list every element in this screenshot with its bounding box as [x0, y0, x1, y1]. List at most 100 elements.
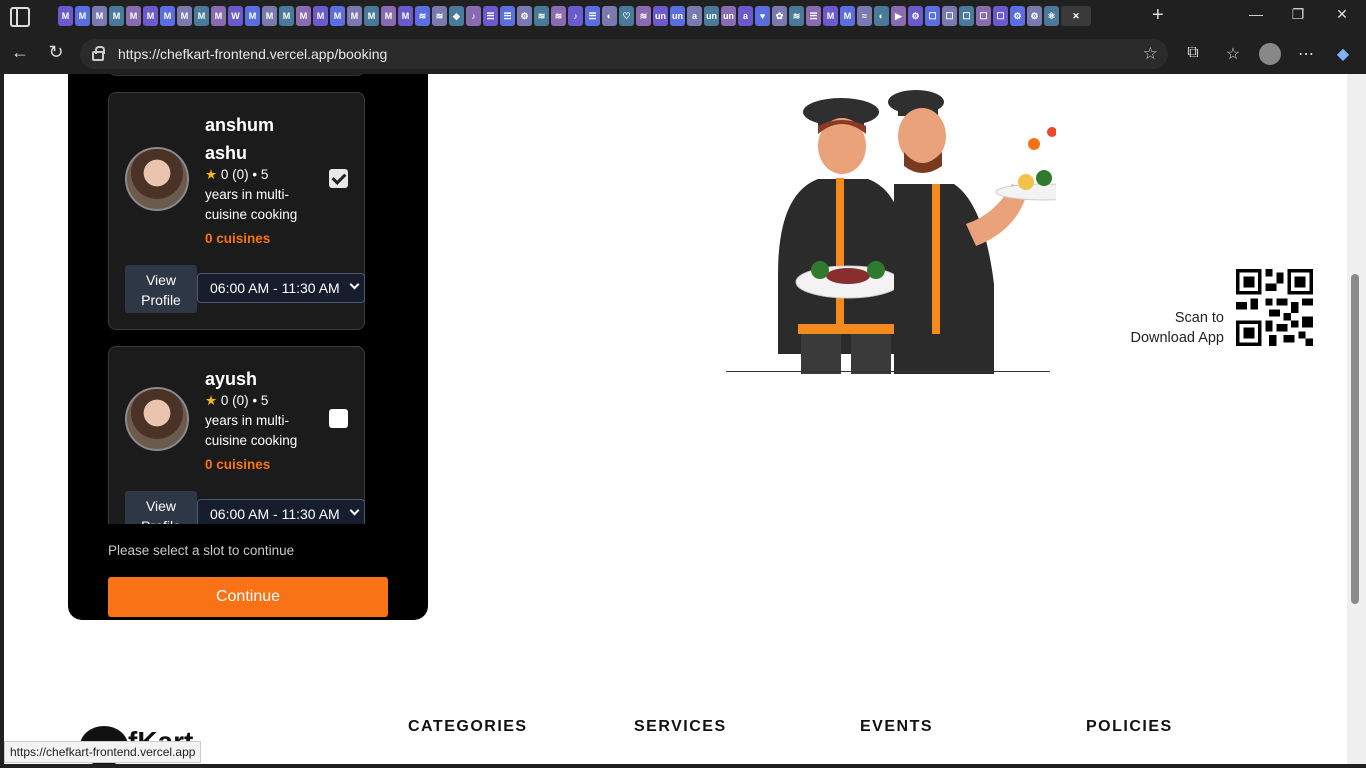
illustration-baseline — [726, 371, 1050, 372]
browser-tab[interactable]: ≈ — [857, 6, 872, 26]
chef-card: anshum ashu ★ 0 (0) • 5 years in multi-c… — [108, 92, 365, 330]
browser-tab[interactable]: ♡ — [619, 6, 634, 26]
browser-tab[interactable]: M — [58, 6, 73, 26]
browser-tab[interactable]: M — [177, 6, 192, 26]
browser-tab[interactable]: M — [381, 6, 396, 26]
view-profile-button[interactable]: View Profile — [125, 265, 197, 313]
page-scrollbar-thumb[interactable] — [1351, 274, 1359, 604]
more-menu-icon[interactable]: ⋯ — [1295, 44, 1317, 64]
browser-tab[interactable]: ♪ — [466, 6, 481, 26]
browser-tab[interactable]: M — [194, 6, 209, 26]
browser-tab[interactable]: ≋ — [415, 6, 430, 26]
browser-tab[interactable]: M — [126, 6, 141, 26]
browser-tab[interactable]: ☐ — [976, 6, 991, 26]
browser-tab[interactable]: ▶ — [891, 6, 906, 26]
browser-tab[interactable]: ☰ — [585, 6, 600, 26]
slot-select[interactable]: 06:00 AM - 11:30 AM — [197, 499, 365, 524]
browser-tab[interactable]: M — [347, 6, 362, 26]
close-window-button[interactable]: ✕ — [1322, 6, 1362, 23]
page-scrollbar[interactable] — [1347, 74, 1366, 764]
scan-to-download-text: Scan to Download App — [1112, 308, 1224, 348]
browser-tab[interactable]: ⚙ — [908, 6, 923, 26]
browser-tab[interactable]: ⚙ — [1027, 6, 1042, 26]
browser-tab[interactable]: ⚙ — [517, 6, 532, 26]
favorite-star-icon[interactable]: ☆ — [1143, 44, 1158, 64]
browser-tab[interactable]: ☐ — [993, 6, 1008, 26]
browser-tab[interactable]: ≋ — [534, 6, 549, 26]
browser-tab[interactable]: ◈ — [449, 6, 464, 26]
browser-tab[interactable]: ≋ — [432, 6, 447, 26]
chef-list[interactable]: anshum ashu ★ 0 (0) • 5 years in multi-c… — [108, 74, 388, 524]
rating-text: 0 (0) • 5 — [220, 167, 269, 182]
browser-tab[interactable]: ≋ — [551, 6, 566, 26]
browser-tab[interactable]: M — [75, 6, 90, 26]
browser-tab[interactable]: un — [721, 6, 736, 26]
browser-tab[interactable]: ☰ — [500, 6, 515, 26]
browser-tab[interactable]: ⚛ — [1044, 6, 1059, 26]
browser-tab[interactable]: M — [840, 6, 855, 26]
extensions-icon[interactable]: ⧉ — [1182, 44, 1204, 62]
browser-tab[interactable]: M — [262, 6, 277, 26]
favorites-icon[interactable]: ☆ — [1222, 44, 1244, 64]
browser-tab[interactable]: M — [92, 6, 107, 26]
reload-button[interactable]: ↻ — [44, 42, 68, 63]
url-text[interactable]: https://chefkart-frontend.vercel.app/boo… — [118, 46, 387, 62]
browser-tab[interactable]: M — [823, 6, 838, 26]
chef-avatar — [125, 387, 189, 451]
browser-tab[interactable]: M — [160, 6, 175, 26]
browser-tab[interactable]: ≋ — [789, 6, 804, 26]
sidebar-toggle-icon[interactable] — [10, 7, 30, 27]
browser-tab[interactable]: ☐ — [925, 6, 940, 26]
minimize-button[interactable]: — — [1236, 6, 1276, 22]
browser-tab[interactable]: ♥ — [755, 6, 770, 26]
browser-tab[interactable]: M — [109, 6, 124, 26]
browser-tab[interactable]: M — [279, 6, 294, 26]
slot-select[interactable]: 06:00 AM - 11:30 AM — [197, 273, 365, 303]
tab-strip: M M M M M M M M M M W M M M M M M M M M M ≋ ≋ ◈ ♪ ☰ ☰ ⚙ ≋ ≋ ♪ ☰ ◐ ♡ ≋ un un a… — [0, 0, 1366, 34]
active-tab-close-icon[interactable]: ✕ — [1061, 6, 1091, 26]
browser-tab[interactable]: M — [330, 6, 345, 26]
browser-tab[interactable]: W — [228, 6, 243, 26]
browser-tab[interactable]: M — [296, 6, 311, 26]
chef-name: ayush — [205, 369, 258, 389]
browser-tab[interactable]: ◐ — [602, 6, 617, 26]
select-chef-checkbox[interactable] — [329, 409, 348, 428]
browser-tab[interactable]: a — [687, 6, 702, 26]
chef-experience: years in multi-cuisine cooking — [205, 413, 298, 448]
browser-tab[interactable]: M — [245, 6, 260, 26]
browser-tab[interactable]: un — [704, 6, 719, 26]
browser-tab[interactable]: ☐ — [942, 6, 957, 26]
continue-button[interactable]: Continue — [108, 577, 388, 617]
browser-tab[interactable]: ⚙ — [1010, 6, 1025, 26]
browser-tab[interactable]: M — [398, 6, 413, 26]
slot-hint: Please select a slot to continue — [108, 543, 295, 558]
profile-avatar[interactable] — [1259, 43, 1281, 65]
view-profile-button[interactable]: View Profile — [125, 491, 197, 524]
browser-tab[interactable]: ☐ — [959, 6, 974, 26]
browser-tab[interactable]: M — [313, 6, 328, 26]
maximize-button[interactable]: ❐ — [1278, 6, 1318, 23]
browser-tab[interactable]: ◐ — [874, 6, 889, 26]
select-chef-checkbox[interactable] — [329, 169, 348, 188]
browser-tab[interactable]: M — [364, 6, 379, 26]
address-bar[interactable]: https://chefkart-frontend.vercel.app/boo… — [80, 39, 1168, 69]
chef-cuisines: 0 cuisines — [205, 231, 271, 246]
browser-tab[interactable]: M — [143, 6, 158, 26]
browser-tab[interactable]: ✿ — [772, 6, 787, 26]
tab-list: M M M M M M M M M M W M M M M M M M M M M ≋ ≋ ◈ ♪ ☰ ☰ ⚙ ≋ ≋ ♪ ☰ ◐ ♡ ≋ un un a… — [58, 6, 1158, 28]
browser-tab[interactable]: ☰ — [483, 6, 498, 26]
browser-tab[interactable]: ♪ — [568, 6, 583, 26]
browser-tab[interactable]: un — [653, 6, 668, 26]
chef-card: ayush ★ 0 (0) • 5 years in multi-cuisine… — [108, 346, 365, 524]
chef-rating: ★ 0 (0) • 5 — [205, 165, 323, 185]
browser-tab[interactable]: a — [738, 6, 753, 26]
browser-tab[interactable]: ☰ — [806, 6, 821, 26]
slot-value: 06:00 AM - 11:30 AM — [210, 280, 340, 296]
back-button[interactable]: ← — [8, 42, 32, 63]
browser-tab[interactable]: un — [670, 6, 685, 26]
browser-tab[interactable]: ≋ — [636, 6, 651, 26]
new-tab-button[interactable]: + — [1152, 4, 1164, 27]
browser-tab[interactable]: M — [211, 6, 226, 26]
copilot-icon[interactable]: ◆ — [1332, 44, 1354, 64]
page-viewport: anshum ashu ★ 0 (0) • 5 years in multi-c… — [4, 74, 1347, 764]
